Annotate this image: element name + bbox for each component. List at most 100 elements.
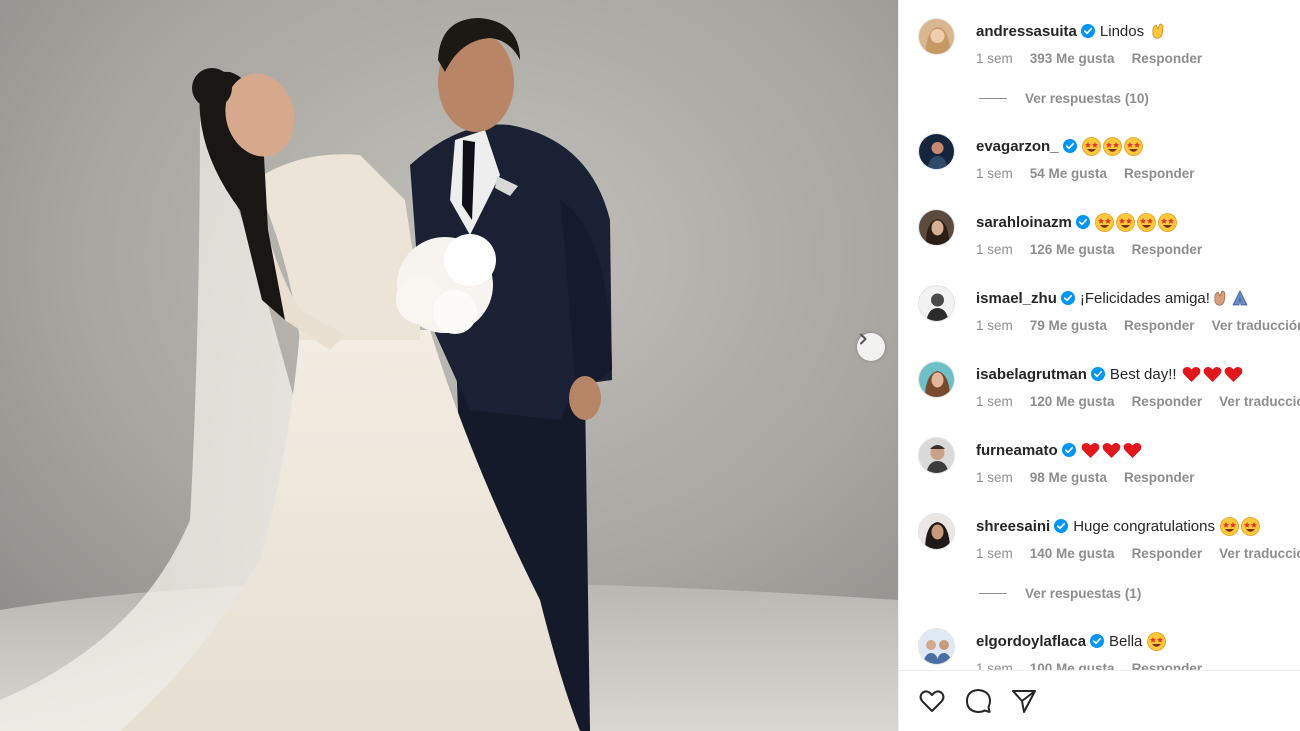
- comment-likes[interactable]: 98 Me gusta: [1030, 470, 1107, 485]
- star-eyes-emoji-icon: [1136, 212, 1156, 232]
- star-eyes-emoji-icon: [1115, 212, 1135, 232]
- comment-text: Bella: [1109, 632, 1143, 650]
- avatar[interactable]: [918, 437, 955, 474]
- comment-username[interactable]: shreesaini: [976, 518, 1050, 535]
- comment-text: Lindos: [1099, 22, 1145, 40]
- reply-button[interactable]: Responder: [1132, 242, 1203, 257]
- view-replies-button[interactable]: Ver respuestas (1): [979, 584, 1141, 602]
- comment-username[interactable]: evagarzon_: [976, 138, 1059, 155]
- comment-meta: 1 sem 393 Me gusta Responder: [976, 49, 1219, 67]
- reply-button[interactable]: Responder: [1124, 470, 1195, 485]
- comment-time: 1 sem: [976, 317, 1013, 333]
- star-eyes-emoji-icon: [1241, 516, 1260, 536]
- reply-button[interactable]: Responder: [1132, 394, 1203, 409]
- star-eyes-emoji-icon: [1157, 212, 1177, 232]
- comment-likes[interactable]: 79 Me gusta: [1030, 318, 1107, 333]
- comment-meta: 1 sem 98 Me gusta Responder: [976, 468, 1212, 486]
- comment-likes[interactable]: 54 Me gusta: [1030, 166, 1107, 181]
- view-replies-label: Ver respuestas (1): [1025, 585, 1142, 601]
- comment-username[interactable]: ismael_zhu: [976, 290, 1057, 307]
- verified-badge-icon: [1062, 139, 1077, 153]
- comment-item: elgordoylaflaca Bella 1 sem 100 Me gusta…: [899, 626, 1300, 670]
- post-action-bar: [899, 670, 1300, 731]
- comment-line: ismael_zhu ¡Felicidades amiga!: [976, 287, 1251, 309]
- comment-text: Huge congratulations: [1073, 517, 1215, 535]
- comment-line: andressasuita Lindos: [976, 20, 1169, 42]
- chevron-right-icon: [860, 333, 867, 345]
- reply-button[interactable]: Responder: [1124, 166, 1195, 181]
- comment-item: evagarzon_ 1 sem 54 Me gusta Responder: [899, 131, 1300, 201]
- view-replies-button[interactable]: Ver respuestas (10): [979, 89, 1149, 107]
- see-translation-button[interactable]: Ver traducción: [1219, 546, 1300, 561]
- comment-item: andressasuita Lindos 1 sem 393 Me gusta …: [899, 16, 1300, 86]
- comments-panel: andressasuita Lindos 1 sem 393 Me gusta …: [898, 0, 1300, 731]
- comment-bubble-icon: [966, 689, 991, 713]
- comments-list[interactable]: andressasuita Lindos 1 sem 393 Me gusta …: [899, 0, 1300, 670]
- comment-likes[interactable]: 126 Me gusta: [1030, 242, 1115, 257]
- comment-line: evagarzon_: [976, 135, 1145, 157]
- avatar[interactable]: [918, 18, 955, 55]
- see-translation-button[interactable]: Ver traducción: [1212, 318, 1300, 333]
- replies-divider: [979, 97, 1007, 99]
- comment-username[interactable]: isabelagrutman: [976, 366, 1087, 383]
- avatar[interactable]: [918, 513, 955, 550]
- comment-item: ismael_zhu ¡Felicidades amiga! 1 sem 79 …: [899, 283, 1300, 353]
- verified-badge-icon: [1080, 24, 1095, 38]
- comment-likes[interactable]: 100 Me gusta: [1030, 661, 1115, 671]
- star-eyes-emoji-icon: [1220, 516, 1239, 536]
- comment-item: shreesaini Huge congratulations 1 sem 14…: [899, 511, 1300, 581]
- comment-meta: 1 sem 79 Me gusta Responder Ver traducci…: [976, 316, 1300, 334]
- comment-username[interactable]: elgordoylaflaca: [976, 633, 1086, 650]
- comment-text: ¡Felicidades amiga!: [1079, 289, 1210, 307]
- reply-button[interactable]: Responder: [1132, 51, 1203, 66]
- comment-time: 1 sem: [976, 469, 1013, 485]
- replies-divider: [979, 592, 1007, 594]
- comment-username[interactable]: furneamato: [976, 442, 1058, 459]
- paper-plane-icon: [1012, 690, 1036, 713]
- red-heart-emoji-icon: [1203, 366, 1222, 383]
- share-button[interactable]: [1010, 687, 1038, 715]
- avatar[interactable]: [918, 361, 955, 398]
- verified-badge-icon: [1060, 291, 1075, 305]
- comment-item: isabelagrutman Best day!! 1 sem 120 Me g…: [899, 359, 1300, 429]
- comment-item: furneamato 1 sem 98 Me gusta Responder: [899, 435, 1300, 505]
- comment-meta: 1 sem 54 Me gusta Responder: [976, 164, 1212, 182]
- comment-likes[interactable]: 393 Me gusta: [1030, 51, 1115, 66]
- verified-badge-icon: [1061, 443, 1076, 457]
- clap-emoji-icon: [1211, 289, 1229, 307]
- comment-username[interactable]: sarahloinazm: [976, 214, 1072, 231]
- comment-username[interactable]: andressasuita: [976, 23, 1077, 40]
- reply-button[interactable]: Responder: [1132, 546, 1203, 561]
- comment-time: 1 sem: [976, 241, 1013, 257]
- red-heart-emoji-icon: [1123, 442, 1142, 459]
- comment-button[interactable]: [964, 687, 992, 715]
- comment-meta: 1 sem 126 Me gusta Responder: [976, 240, 1219, 258]
- comment-text: Best day!!: [1109, 365, 1177, 383]
- reply-button[interactable]: Responder: [1132, 661, 1203, 671]
- avatar[interactable]: [918, 285, 955, 322]
- star-eyes-emoji-icon: [1094, 212, 1114, 232]
- comment-time: 1 sem: [976, 50, 1013, 66]
- like-button[interactable]: [918, 687, 946, 715]
- star-eyes-emoji-icon: [1123, 136, 1143, 156]
- comment-line: elgordoylaflaca Bella: [976, 630, 1168, 652]
- avatar[interactable]: [918, 628, 955, 665]
- comment-line: isabelagrutman Best day!!: [976, 363, 1245, 385]
- red-heart-emoji-icon: [1182, 366, 1201, 383]
- avatar[interactable]: [918, 209, 955, 246]
- see-translation-button[interactable]: Ver traducción: [1219, 394, 1300, 409]
- star-eyes-emoji-icon: [1147, 631, 1167, 651]
- star-eyes-emoji-icon: [1102, 136, 1122, 156]
- comment-likes[interactable]: 140 Me gusta: [1030, 546, 1115, 561]
- comment-time: 1 sem: [976, 660, 1013, 671]
- view-replies-label: Ver respuestas (10): [1025, 90, 1149, 106]
- avatar[interactable]: [918, 133, 955, 170]
- red-heart-emoji-icon: [1102, 442, 1121, 459]
- verified-badge-icon: [1090, 367, 1105, 381]
- verified-badge-icon: [1090, 634, 1105, 648]
- comment-line: shreesaini Huge congratulations: [976, 515, 1262, 537]
- next-photo-button[interactable]: [857, 333, 885, 361]
- reply-button[interactable]: Responder: [1124, 318, 1195, 333]
- comment-meta: 1 sem 120 Me gusta Responder Ver traducc…: [976, 392, 1300, 410]
- comment-likes[interactable]: 120 Me gusta: [1030, 394, 1115, 409]
